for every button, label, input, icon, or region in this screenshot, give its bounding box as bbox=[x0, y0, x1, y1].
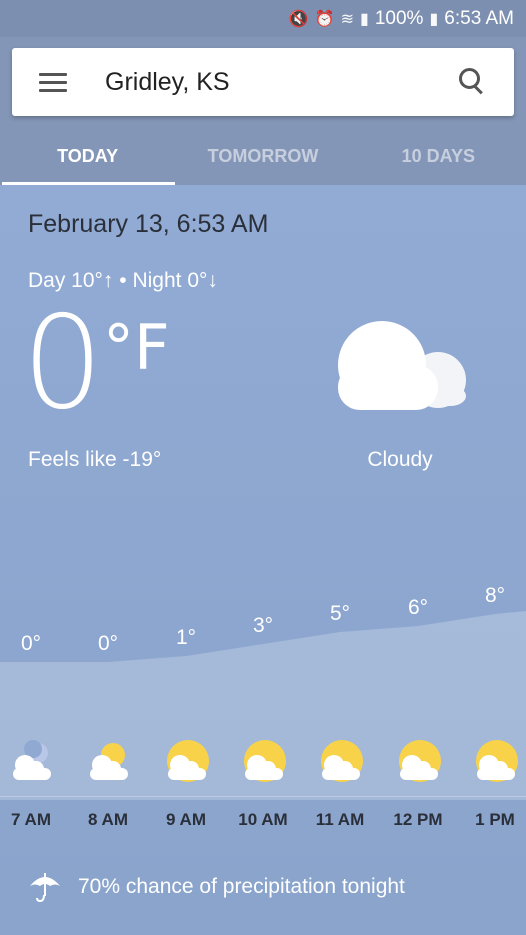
tab-today[interactable]: TODAY bbox=[0, 128, 176, 185]
location-title[interactable]: Gridley, KS bbox=[105, 68, 452, 97]
alarm-icon: ⏰ bbox=[314, 10, 335, 28]
temperature-value-label: 6° bbox=[408, 596, 428, 619]
app-header: Gridley, KS TODAY TOMORROW 10 DAYS bbox=[0, 37, 526, 185]
mute-icon: 🔇 bbox=[288, 10, 309, 28]
tab-tomorrow[interactable]: TOMORROW bbox=[175, 128, 350, 185]
partly-cloudy-icon bbox=[476, 740, 518, 782]
cloud-icon bbox=[338, 321, 466, 410]
partly-cloudy-icon bbox=[167, 740, 209, 782]
feels-like: Feels like -19° bbox=[28, 448, 162, 471]
tab-10-days[interactable]: 10 DAYS bbox=[351, 128, 526, 185]
temperature-value-label: 3° bbox=[253, 614, 273, 637]
condition-label: Cloudy bbox=[367, 448, 433, 471]
partly-cloudy-night-icon bbox=[13, 740, 51, 780]
precipitation-text: 70% chance of precipitation tonight bbox=[78, 875, 405, 898]
hour-label: 12 PM bbox=[393, 810, 443, 829]
partly-cloudy-icon bbox=[90, 743, 128, 780]
hour-label: 9 AM bbox=[166, 810, 206, 829]
temperature-value-label: 8° bbox=[485, 584, 505, 607]
partly-cloudy-icon bbox=[244, 740, 286, 782]
tab-bar: TODAY TOMORROW 10 DAYS bbox=[0, 128, 526, 185]
temperature-value-label: 5° bbox=[330, 602, 350, 625]
wifi-icon: ≋ bbox=[340, 10, 355, 28]
hourly-icons bbox=[0, 735, 526, 795]
temperature-unit: °F bbox=[103, 311, 170, 384]
search-icon[interactable] bbox=[452, 62, 492, 102]
divider bbox=[0, 796, 526, 797]
status-bar: 🔇 ⏰ ≋ ▮ 100% ▮ 6:53 AM bbox=[0, 0, 526, 37]
hour-label: 1 PM bbox=[475, 810, 515, 829]
current-temperature: 0 bbox=[22, 289, 104, 438]
hour-label: 8 AM bbox=[88, 810, 128, 829]
signal-icon: ▮ bbox=[360, 10, 369, 28]
partly-cloudy-icon bbox=[399, 740, 441, 782]
umbrella-icon bbox=[30, 873, 60, 903]
precipitation-row: 70% chance of precipitation tonight bbox=[28, 870, 405, 904]
clock: 6:53 AM bbox=[444, 7, 514, 29]
search-card[interactable]: Gridley, KS bbox=[12, 48, 514, 116]
temperature-value-label: 0° bbox=[21, 632, 41, 655]
hour-label: 7 AM bbox=[11, 810, 51, 829]
battery-icon: ▮ bbox=[429, 10, 439, 28]
partly-cloudy-icon bbox=[321, 740, 363, 782]
current-date: February 13, 6:53 AM bbox=[28, 210, 269, 238]
battery-level: 100% bbox=[374, 7, 424, 29]
hour-label: 10 AM bbox=[238, 810, 288, 829]
temperature-value-label: 1° bbox=[176, 626, 196, 649]
menu-icon[interactable] bbox=[39, 72, 67, 92]
temperature-value-label: 0° bbox=[98, 632, 118, 655]
hour-label: 11 AM bbox=[315, 810, 365, 829]
